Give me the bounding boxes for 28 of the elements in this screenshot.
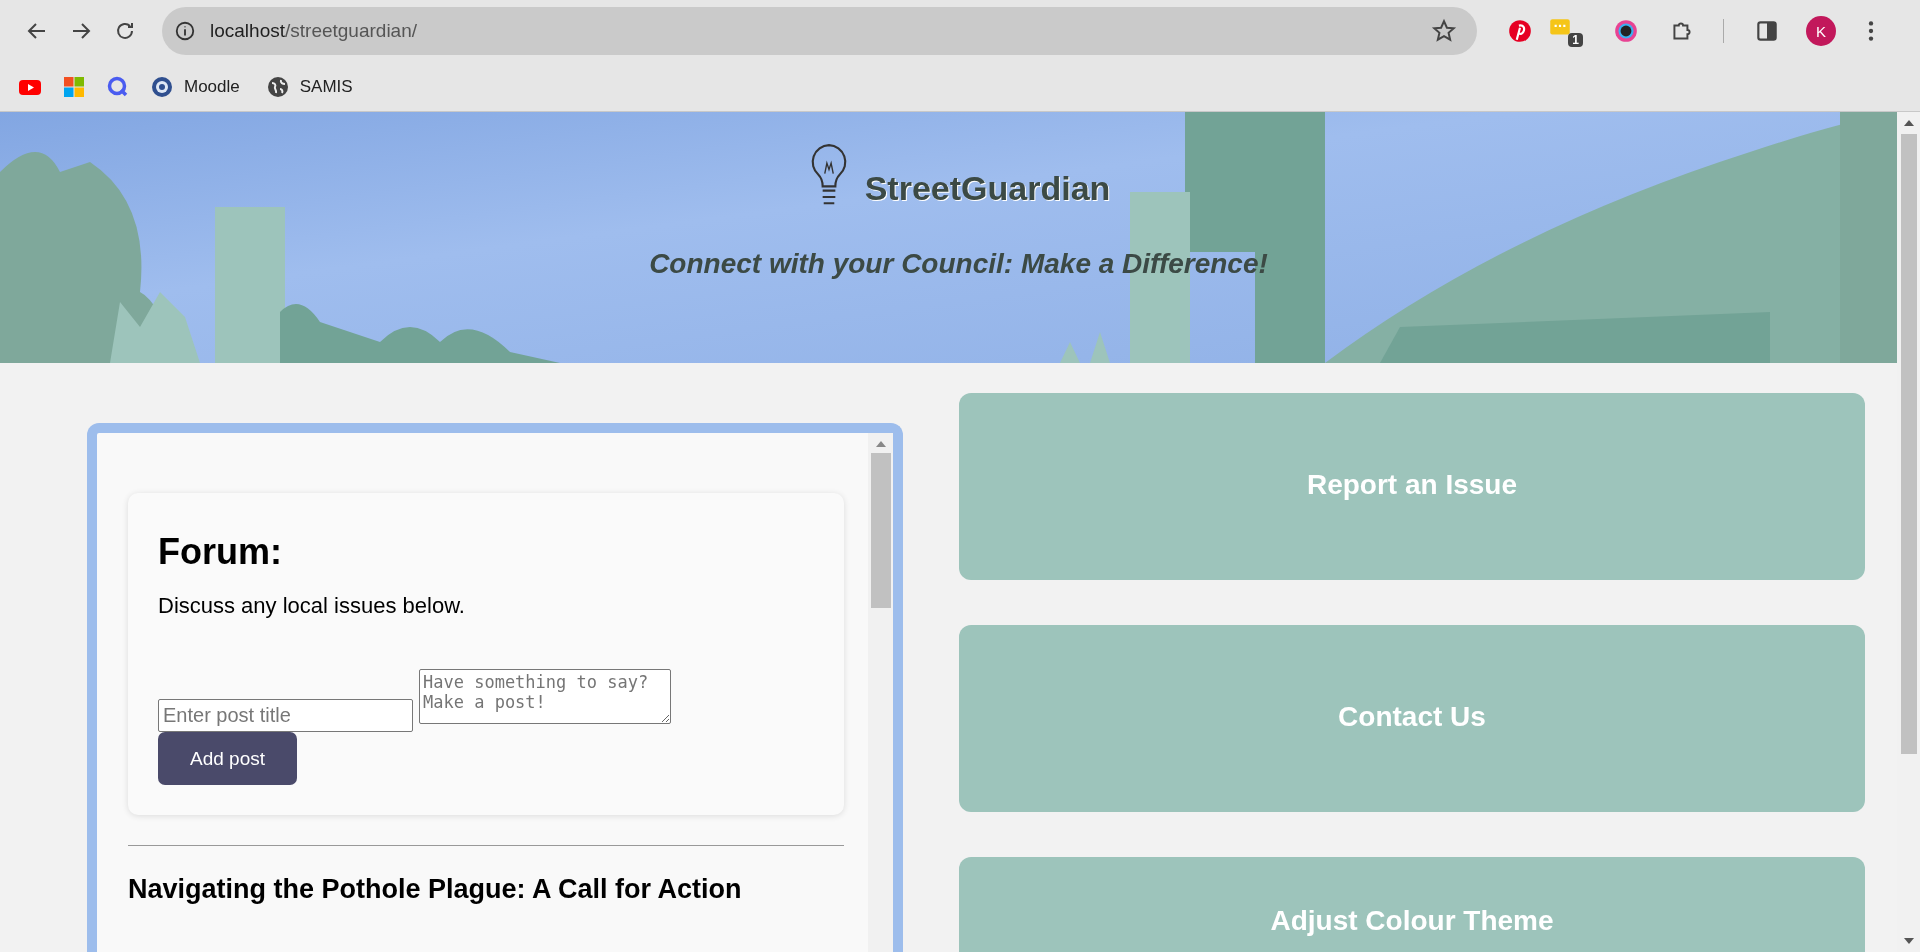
scroll-thumb[interactable] <box>870 453 891 608</box>
color-picker-icon[interactable] <box>1613 18 1639 44</box>
scroll-up-icon[interactable] <box>1903 120 1914 126</box>
bookmark-label[interactable]: Moodle <box>184 77 240 97</box>
page-scrollbar[interactable] <box>1897 112 1920 952</box>
url-text: localhost/streetguardian/ <box>210 20 419 42</box>
count-badge: 1 <box>1568 33 1583 47</box>
address-bar[interactable]: localhost/streetguardian/ <box>162 7 1477 55</box>
side-panel-icon[interactable] <box>1754 18 1780 44</box>
post-title[interactable]: Navigating the Pothole Plague: A Call for Action <box>128 874 844 905</box>
post-body-field[interactable]: Have something to say? Make a post! <box>419 669 671 724</box>
bookmark-label[interactable]: SAMIS <box>299 77 353 97</box>
info-icon[interactable] <box>174 20 196 42</box>
star-icon[interactable] <box>1431 18 1457 44</box>
profile-avatar[interactable]: K <box>1806 16 1836 46</box>
post-title-field[interactable]: Enter post title <box>158 699 413 732</box>
four-squares-icon[interactable] <box>62 75 86 99</box>
forum-description: Discuss any local issues below. <box>158 593 466 619</box>
site-title: StreetGuardian <box>864 169 1111 208</box>
ring-letter-icon[interactable] <box>106 75 130 99</box>
add-post-button[interactable]: Add post <box>158 732 297 785</box>
emblem-icon[interactable] <box>150 75 174 99</box>
scroll-thumb[interactable] <box>1900 134 1917 754</box>
tagline: Connect with your Council: Make a Difference! <box>648 248 1269 280</box>
scrollbar[interactable] <box>868 433 893 952</box>
scroll-up-icon[interactable] <box>875 441 886 447</box>
scroll-down-icon[interactable] <box>1903 938 1914 944</box>
forum-heading: Forum: <box>158 531 283 573</box>
